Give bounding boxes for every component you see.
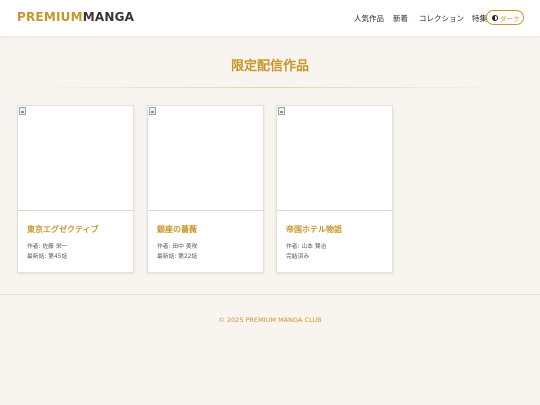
site-logo[interactable]: PREMIUMMANGA: [17, 10, 134, 24]
work-author: 作者: 佐藤 栄一: [27, 244, 68, 250]
work-card[interactable]: 帝国ホテル物語 作者: 山本 賢治 完結済み: [276, 105, 393, 273]
site-header: PREMIUMMANGA 人気作品 新着 コレクション 特集 ダーク: [0, 0, 540, 36]
work-card[interactable]: 東京エグゼクティブ 作者: 佐藤 栄一 最新話: 第45話: [17, 105, 134, 273]
broken-image-icon: [19, 107, 26, 115]
nav-new[interactable]: 新着: [393, 13, 408, 24]
work-author: 作者: 田中 美咲: [157, 244, 198, 250]
footer-divider: [0, 294, 540, 295]
logo-manga: MANGA: [82, 10, 135, 24]
work-title[interactable]: 東京エグゼクティブ: [27, 224, 99, 235]
work-title[interactable]: 銀座の薔薇: [157, 224, 197, 235]
cover-image[interactable]: [277, 106, 392, 211]
nav-popular[interactable]: 人気作品: [354, 13, 384, 24]
footer-copyright: © 2025 PREMIUM MANGA CLUB: [218, 316, 322, 324]
work-status: 最新話: 第45話: [27, 254, 68, 260]
work-status: 完結済み: [286, 254, 310, 260]
work-card[interactable]: 銀座の薔薇 作者: 田中 美咲 最新話: 第22話: [147, 105, 264, 273]
cover-image[interactable]: [18, 106, 133, 211]
cover-image[interactable]: [148, 106, 263, 211]
section-title: 限定配信作品: [230, 59, 309, 74]
broken-image-icon: [149, 107, 156, 115]
title-divider: [27, 87, 513, 88]
nav-collection[interactable]: コレクション: [419, 13, 464, 24]
dark-mode-label: ダーク: [500, 14, 520, 23]
nav-features[interactable]: 特集: [472, 13, 487, 24]
work-title[interactable]: 帝国ホテル物語: [286, 224, 342, 235]
broken-image-icon: [278, 107, 285, 115]
dark-mode-toggle[interactable]: ダーク: [486, 10, 524, 25]
work-status: 最新話: 第22話: [157, 254, 198, 260]
work-author: 作者: 山本 賢治: [286, 244, 327, 250]
contrast-icon: [492, 14, 498, 21]
logo-premium: PREMIUM: [17, 10, 83, 24]
